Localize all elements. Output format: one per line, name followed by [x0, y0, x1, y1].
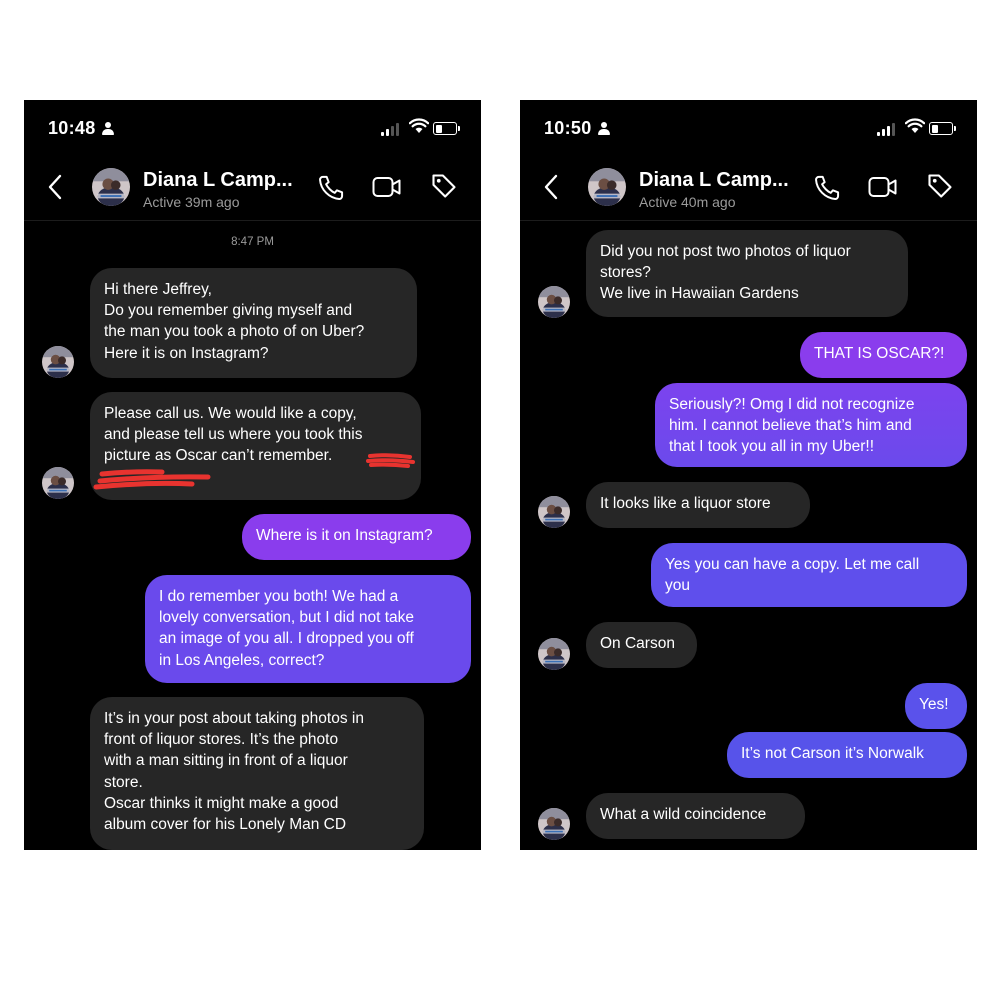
message-timestamp: 8:47 PM: [231, 236, 274, 248]
battery-icon: [433, 122, 460, 135]
sender-avatar: [538, 808, 570, 840]
signal-icon: [381, 122, 401, 136]
battery-icon: [929, 122, 956, 135]
message-incoming: Did you not post two photos of liquor st…: [586, 230, 908, 317]
status-bar: 10:50: [520, 100, 977, 156]
message-outgoing: It’s not Carson it’s Norwalk: [727, 732, 967, 778]
video-call-icon[interactable]: [372, 174, 402, 200]
message-outgoing: THAT IS OSCAR?!: [800, 332, 967, 378]
wifi-icon: [905, 118, 925, 133]
red-scribble-redaction: [93, 453, 415, 490]
status-time: 10:48: [48, 118, 114, 139]
message-outgoing: Yes you can have a copy. Let me call you: [651, 543, 967, 607]
sender-avatar: [538, 286, 570, 318]
sender-avatar: [42, 467, 74, 499]
message-outgoing: Yes!: [905, 683, 967, 729]
person-icon: [597, 122, 610, 135]
message-incoming: Hi there Jeffrey, Do you remember giving…: [90, 268, 417, 378]
contact-name[interactable]: Diana L Camp...: [639, 169, 789, 192]
video-call-icon[interactable]: [868, 174, 898, 200]
back-chevron-icon[interactable]: [544, 174, 558, 200]
chat-header: Diana L Camp... Active 40m ago: [520, 158, 977, 221]
message-outgoing: Where is it on Instagram?: [242, 514, 471, 560]
message-outgoing: Seriously?! Omg I did not recognize him.…: [655, 383, 967, 467]
message-incoming: On Carson: [586, 622, 697, 668]
message-incoming: What a wild coincidence: [586, 793, 805, 839]
conversation-screen-2: 10:50 Diana L Camp... Active 40m ago Did…: [520, 100, 977, 850]
message-outgoing: I do remember you both! We had a lovely …: [145, 575, 471, 683]
person-icon: [101, 122, 114, 135]
phone-call-icon[interactable]: [317, 174, 345, 202]
status-time: 10:50: [544, 118, 610, 139]
message-incoming: It looks like a liquor store: [586, 482, 810, 528]
contact-avatar[interactable]: [92, 168, 130, 206]
back-chevron-icon[interactable]: [48, 174, 62, 200]
signal-icon: [877, 122, 897, 136]
sender-avatar: [538, 638, 570, 670]
sender-avatar: [42, 346, 74, 378]
contact-name[interactable]: Diana L Camp...: [143, 169, 293, 192]
active-status: Active 39m ago: [143, 194, 240, 210]
active-status: Active 40m ago: [639, 194, 736, 210]
tag-icon[interactable]: [926, 172, 954, 200]
sender-avatar: [538, 496, 570, 528]
conversation-screen-1: 10:48 Diana L Camp... Active 39m ago 8:4…: [24, 100, 481, 850]
wifi-icon: [409, 118, 429, 133]
chat-header: Diana L Camp... Active 39m ago: [24, 158, 481, 221]
contact-avatar[interactable]: [588, 168, 626, 206]
status-bar: 10:48: [24, 100, 481, 156]
phone-call-icon[interactable]: [813, 174, 841, 202]
tag-icon[interactable]: [430, 172, 458, 200]
message-incoming: It’s in your post about taking photos in…: [90, 697, 424, 850]
